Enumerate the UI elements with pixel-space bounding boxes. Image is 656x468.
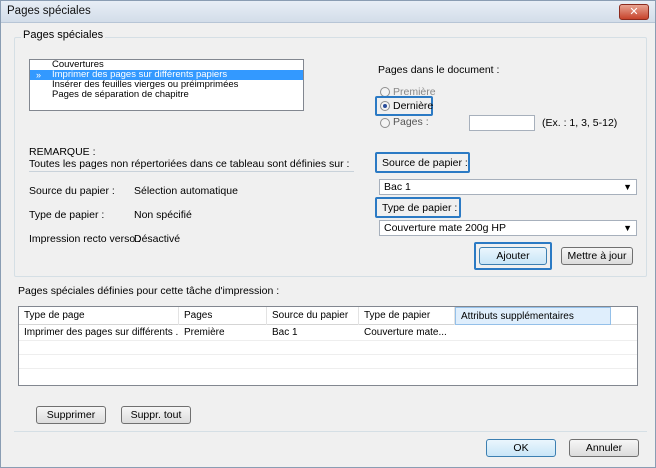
paper-source-value: Bac 1 — [384, 181, 411, 193]
remark-label-duplex: Impression recto verso : — [29, 233, 142, 245]
ok-button[interactable]: OK — [486, 439, 556, 457]
update-button[interactable]: Mettre à jour — [561, 247, 633, 265]
list-item-selected[interactable]: » Imprimer des pages sur différents papi… — [30, 70, 303, 80]
table-row[interactable]: Imprimer des pages sur différents ... Pr… — [19, 326, 637, 340]
remark-text: Toutes les pages non répertoriées dans c… — [29, 158, 350, 170]
pages-example: (Ex. : 1, 3, 5-12) — [542, 117, 618, 129]
cancel-button[interactable]: Annuler — [569, 439, 639, 457]
list-item[interactable]: Pages de séparation de chapitre — [30, 90, 303, 100]
paper-source-combo[interactable]: Bac 1 ▼ — [379, 179, 637, 195]
row-divider — [19, 354, 637, 355]
pages-in-document-label: Pages dans le document : — [378, 64, 500, 76]
remark-value-type: Non spécifié — [134, 209, 192, 221]
remark-value-duplex: Désactivé — [134, 233, 181, 245]
table-header-row: Type de page Pages Source du papier Type… — [19, 307, 637, 325]
remark-label-type: Type de papier : — [29, 209, 105, 221]
special-pages-table[interactable]: Type de page Pages Source du papier Type… — [18, 306, 638, 386]
page-type-list[interactable]: Couvertures » Imprimer des pages sur dif… — [29, 59, 304, 111]
row-divider — [19, 368, 637, 369]
radio-last[interactable] — [380, 101, 390, 111]
paper-type-value: Couverture mate 200g HP — [384, 222, 506, 234]
paper-type-combo[interactable]: Couverture mate 200g HP ▼ — [379, 220, 637, 236]
remark-title: REMARQUE : — [29, 146, 96, 158]
pages-input[interactable] — [469, 115, 535, 131]
remark-value-source: Sélection automatique — [134, 185, 238, 197]
cell-paper-type: Couverture mate... — [364, 327, 447, 338]
dropdown-arrow-icon: ▼ — [623, 182, 632, 192]
cell-paper-source: Bac 1 — [272, 327, 298, 338]
radio-pages[interactable] — [380, 118, 390, 128]
column-header-pages[interactable]: Pages — [179, 307, 267, 325]
column-header-extra-attributes[interactable]: Attributs supplémentaires — [455, 307, 611, 325]
special-pages-dialog: Pages spéciales ✕ Pages spéciales Couver… — [0, 0, 656, 468]
delete-button[interactable]: Supprimer — [36, 406, 106, 424]
selection-arrow-icon: » — [36, 70, 42, 80]
radio-last-label: Dernière — [393, 100, 434, 112]
footer-divider — [14, 431, 647, 432]
divider — [29, 171, 354, 172]
cell-page-type: Imprimer des pages sur différents ... — [24, 327, 179, 338]
column-header-paper-type[interactable]: Type de papier — [359, 307, 455, 325]
group-title: Pages spéciales — [21, 29, 106, 41]
paper-type-label: Type de papier : — [382, 202, 458, 214]
column-header-paper-source[interactable]: Source du papier — [267, 307, 359, 325]
add-button[interactable]: Ajouter — [479, 247, 547, 265]
dropdown-arrow-icon: ▼ — [623, 223, 632, 233]
radio-pages-label: Pages : — [393, 116, 429, 128]
column-header-page-type[interactable]: Type de page — [19, 307, 179, 325]
close-button[interactable]: ✕ — [619, 4, 649, 20]
paper-source-label: Source de papier : — [382, 157, 468, 169]
list-item-label: Imprimer des pages sur différents papier… — [52, 69, 228, 80]
delete-all-button[interactable]: Suppr. tout — [121, 406, 191, 424]
cell-pages: Première — [184, 327, 225, 338]
remark-label-source: Source du papier : — [29, 185, 115, 197]
row-divider — [19, 340, 637, 341]
table-caption: Pages spéciales définies pour cette tâch… — [18, 285, 280, 297]
window-title: Pages spéciales — [7, 5, 91, 17]
title-bar: Pages spéciales ✕ — [1, 1, 655, 23]
